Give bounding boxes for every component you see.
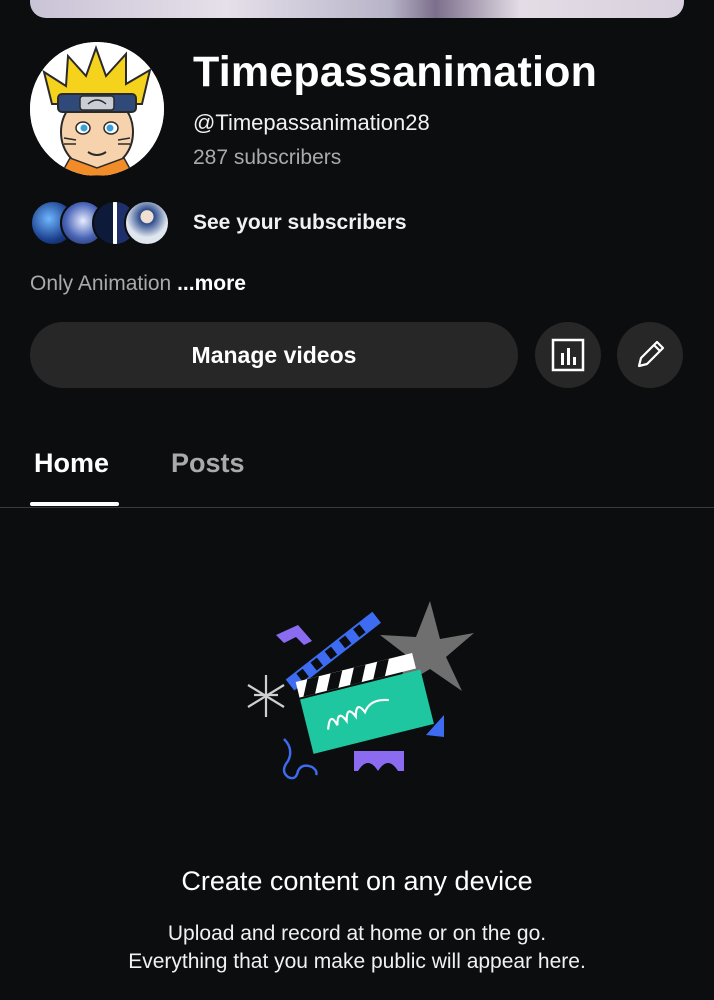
channel-avatar[interactable] bbox=[30, 42, 164, 176]
tabs-divider bbox=[0, 507, 714, 508]
subscriber-avatars[interactable] bbox=[30, 200, 180, 246]
tab-home[interactable]: Home bbox=[34, 448, 109, 479]
analytics-button[interactable] bbox=[535, 322, 601, 388]
analytics-icon bbox=[551, 338, 585, 372]
see-subscribers-link[interactable]: See your subscribers bbox=[193, 211, 407, 235]
description-text: Only Animation bbox=[30, 272, 172, 295]
channel-tabs: Home Posts bbox=[0, 440, 714, 508]
empty-state-title: Create content on any device bbox=[181, 866, 533, 896]
empty-state-description: Upload and record at home or on the go. … bbox=[0, 920, 714, 976]
pencil-icon bbox=[637, 340, 665, 368]
tab-selected-indicator bbox=[30, 502, 119, 506]
naruto-avatar-image bbox=[30, 42, 164, 176]
manage-videos-button[interactable]: Manage videos bbox=[30, 322, 518, 388]
channel-name: Timepassanimation bbox=[193, 48, 598, 96]
channel-banner bbox=[30, 0, 684, 18]
subscriber-count: 287 subscribers bbox=[193, 146, 342, 169]
tab-posts[interactable]: Posts bbox=[171, 448, 245, 479]
channel-description[interactable]: Only Animation ...more bbox=[30, 272, 246, 296]
subscriber-avatar bbox=[124, 200, 170, 246]
more-link[interactable]: ...more bbox=[177, 272, 246, 295]
clapperboard-illustration bbox=[247, 601, 474, 780]
empty-state-line-1: Upload and record at home or on the go. bbox=[167, 922, 547, 945]
edit-channel-button[interactable] bbox=[617, 322, 683, 388]
create-content-illustration bbox=[240, 595, 480, 780]
channel-handle: @Timepassanimation28 bbox=[193, 110, 430, 135]
empty-state-line-2: Everything that you make public will app… bbox=[128, 950, 586, 973]
